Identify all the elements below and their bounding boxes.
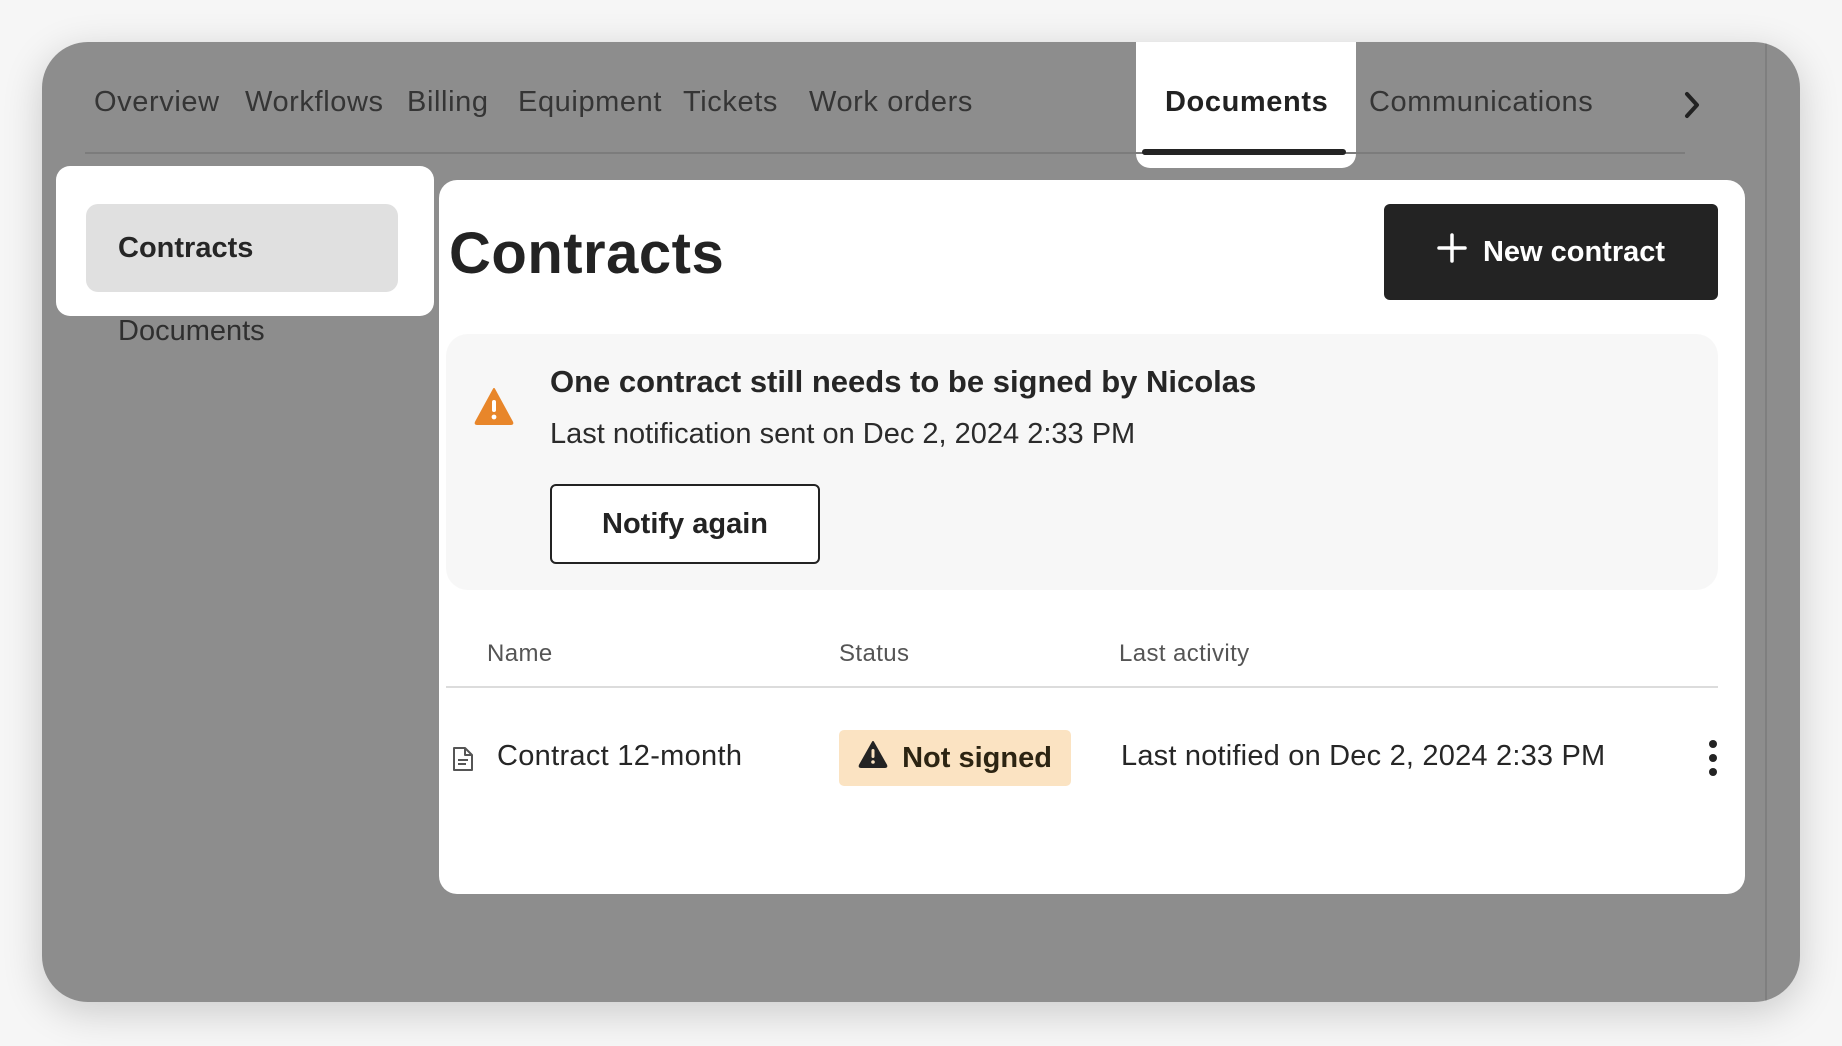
tab-work-orders[interactable]: Work orders [809, 86, 973, 119]
alert-subtitle: Last notification sent on Dec 2, 2024 2:… [550, 418, 1136, 450]
alert-title: One contract still needs to be signed by… [550, 364, 1257, 399]
tab-tickets[interactable]: Tickets [683, 86, 778, 119]
sidebar-item-documents[interactable]: Documents [118, 315, 265, 348]
tab-documents[interactable]: Documents [1165, 86, 1328, 119]
warning-icon [474, 386, 514, 426]
plus-icon [1437, 233, 1467, 271]
new-contract-button[interactable]: New contract [1384, 204, 1718, 300]
last-activity: Last notified on Dec 2, 2024 2:33 PM [1121, 740, 1606, 772]
column-header-last-activity[interactable]: Last activity [1119, 640, 1250, 668]
signature-alert: One contract still needs to be signed by… [446, 334, 1718, 590]
tab-workflows[interactable]: Workflows [245, 86, 384, 119]
status-label: Not signed [902, 741, 1052, 774]
document-icon [452, 746, 474, 772]
app-window: Overview Workflows Billing Equipment Tic… [42, 42, 1800, 1002]
notify-again-button[interactable]: Notify again [550, 484, 820, 564]
tab-communications[interactable]: Communications [1369, 86, 1593, 119]
table-divider [446, 686, 1718, 688]
window-divider [1765, 42, 1767, 1002]
tabs-divider [85, 152, 1685, 154]
new-contract-label: New contract [1482, 235, 1666, 268]
tab-billing[interactable]: Billing [407, 86, 489, 119]
sidebar-item-contracts[interactable]: Contracts [86, 204, 398, 292]
chevron-right-icon[interactable] [1674, 87, 1710, 123]
table-row[interactable]: Contract 12-month Not signed Last notifi… [439, 730, 1745, 790]
tab-equipment[interactable]: Equipment [518, 86, 662, 119]
contract-name[interactable]: Contract 12-month [497, 740, 742, 773]
contracts-panel: Contracts New contract One contract stil… [439, 180, 1745, 894]
tab-overview[interactable]: Overview [94, 86, 220, 119]
column-header-status[interactable]: Status [839, 640, 909, 668]
status-badge: Not signed [839, 730, 1071, 786]
more-options-icon[interactable] [1701, 738, 1725, 778]
column-header-name[interactable]: Name [487, 640, 553, 668]
page-title: Contracts [449, 221, 725, 286]
active-tab-underline [1142, 149, 1346, 155]
warning-icon [858, 740, 888, 776]
